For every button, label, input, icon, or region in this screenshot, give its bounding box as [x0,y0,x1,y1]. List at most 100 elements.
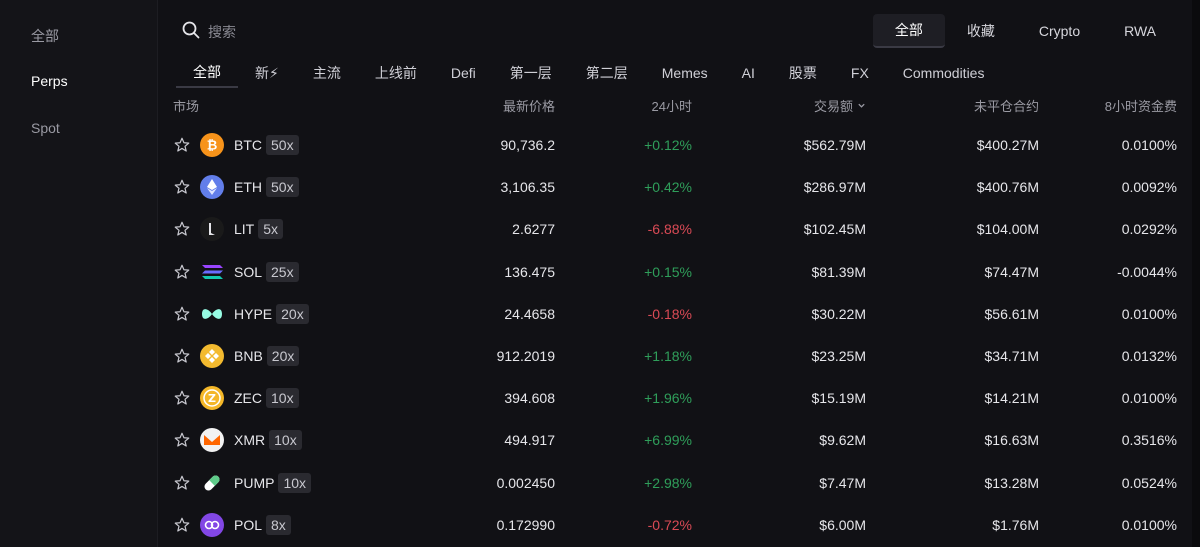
pol-icon [200,512,224,537]
bnb-icon [200,344,224,369]
category-tab-pre-launch[interactable]: 上线前 [358,58,434,88]
tab-favorites[interactable]: 收藏 [945,14,1017,48]
market-symbol: POL 8x [234,514,291,535]
category-tab-defi[interactable]: Defi [434,58,493,88]
volume-value: $9.62M [819,432,866,449]
price-value: 0.172990 [496,516,555,533]
table-row[interactable]: ETH 50x 3,106.35 +0.42% $286.97M $400.76M… [158,166,1193,208]
funding-value: 0.0100% [1121,516,1177,533]
table-row[interactable]: HYPE 20x 24.4658 -0.18% $30.22M $56.61M 0… [158,293,1193,335]
market-symbol: PUMP 10x [234,472,312,493]
symbol-label: XMR [234,432,266,449]
volume-value: $81.39M [811,263,866,280]
category-tab-stocks[interactable]: 股票 [772,58,834,88]
category-tab-commodities[interactable]: Commodities [886,58,1002,88]
price-value: 136.475 [504,263,555,280]
volume-value: $23.25M [811,348,866,365]
header-funding[interactable]: 8小时资金费 [1105,96,1177,115]
tab-all[interactable]: 全部 [872,14,945,48]
sidebar-item-all[interactable]: 全部 [31,26,59,46]
scrollbar[interactable] [1192,0,1200,547]
sol-icon [200,260,224,284]
tab-crypto[interactable]: Crypto [1017,14,1102,48]
market-symbol: HYPE 20x [234,303,309,324]
tab-rwa[interactable]: RWA [1102,14,1178,48]
table-row[interactable]: PUMP 10x 0.002450 +2.98% $7.47M $13.28M 0… [158,462,1193,504]
table-row[interactable]: LIT 5x 2.6277 -6.88% $102.45M $104.00M 0.… [158,208,1193,250]
table-row[interactable]: ₿ BTC 50x 90,736.2 +0.12% $562.79M $400.2… [158,124,1193,166]
chevron-down-icon [858,103,865,108]
star-icon[interactable] [173,389,191,407]
header-change[interactable]: 24小时 [652,96,692,115]
star-icon[interactable] [173,431,191,449]
top-tabs: 全部 收藏 Crypto RWA [872,14,1178,48]
open-interest-value: $14.21M [984,390,1039,407]
funding-value: 0.0092% [1121,179,1177,196]
search-icon [182,21,200,44]
star-icon[interactable] [173,136,191,154]
table-row[interactable]: SOL 25x 136.475 +0.15% $81.39M $74.47M -0… [158,251,1193,293]
leverage-badge: 20x [276,303,309,324]
leverage-badge: 10x [266,388,299,409]
category-tab-fx[interactable]: FX [834,58,886,88]
search-bar[interactable] [182,20,388,44]
open-interest-value: $400.27M [976,137,1039,154]
volume-value: $15.19M [811,390,866,407]
category-tab-major[interactable]: 主流 [296,58,358,88]
search-input[interactable] [208,24,388,40]
funding-value: 0.0100% [1121,390,1177,407]
price-value: 90,736.2 [500,137,556,154]
star-icon[interactable] [173,347,191,365]
btc-icon: ₿ [200,133,224,158]
header-market[interactable]: 市场 [173,96,199,115]
symbol-label: HYPE [234,305,273,322]
table-row[interactable]: POL 8x 0.172990 -0.72% $6.00M $1.76M 0.01… [158,504,1193,546]
market-symbol: XMR 10x [234,430,302,451]
star-icon[interactable] [173,474,191,492]
symbol-label: ZEC [234,390,262,407]
table-row[interactable]: XMR 10x 494.917 +6.99% $9.62M $16.63M 0.3… [158,419,1193,461]
open-interest-value: $104.00M [976,221,1039,238]
price-value: 0.002450 [496,474,555,491]
star-icon[interactable] [173,305,191,323]
star-icon[interactable] [173,220,191,238]
market-symbol: ETH 50x [234,177,299,198]
star-icon[interactable] [173,516,191,534]
sidebar-item-spot[interactable]: Spot [31,120,60,136]
category-tab-new[interactable]: 新⚡ [238,58,296,88]
svg-text:₿: ₿ [207,139,218,154]
star-icon[interactable] [173,178,191,196]
leverage-badge: 50x [266,177,299,198]
leverage-badge: 5x [258,219,284,240]
funding-value: 0.0292% [1121,221,1177,238]
open-interest-value: $56.61M [984,305,1039,322]
market-symbol: LIT 5x [234,219,284,240]
price-value: 912.2019 [496,348,555,365]
table-row[interactable]: Z ZEC 10x 394.608 +1.96% $15.19M $14.21M … [158,377,1193,419]
category-tab-memes[interactable]: Memes [645,58,725,88]
header-price[interactable]: 最新价格 [503,96,555,115]
change-value: -6.88% [647,221,692,238]
price-value: 2.6277 [512,221,555,238]
market-symbol: BNB 20x [234,346,300,367]
table-row[interactable]: BNB 20x 912.2019 +1.18% $23.25M $34.71M 0… [158,335,1193,377]
leverage-badge: 50x [266,135,299,156]
funding-value: -0.0044% [1117,263,1177,280]
category-tab-layer1[interactable]: 第一层 [493,58,569,88]
category-tab-all[interactable]: 全部 [176,58,238,88]
leverage-badge: 10x [269,430,302,451]
funding-value: 0.0132% [1121,348,1177,365]
svg-text:Z: Z [208,392,216,405]
symbol-label: SOL [234,263,263,280]
leverage-badge: 8x [266,514,291,535]
header-volume[interactable]: 交易额 [814,96,866,115]
sidebar-item-perps[interactable]: Perps [31,73,68,89]
category-tab-layer2[interactable]: 第二层 [569,58,645,88]
zec-icon: Z [200,386,224,411]
funding-value: 0.3516% [1121,432,1177,449]
star-icon[interactable] [173,263,191,281]
category-tab-ai[interactable]: AI [725,58,772,88]
hype-icon [200,302,224,326]
header-open-interest[interactable]: 未平仓合约 [974,96,1039,115]
leverage-badge: 25x [266,261,299,282]
